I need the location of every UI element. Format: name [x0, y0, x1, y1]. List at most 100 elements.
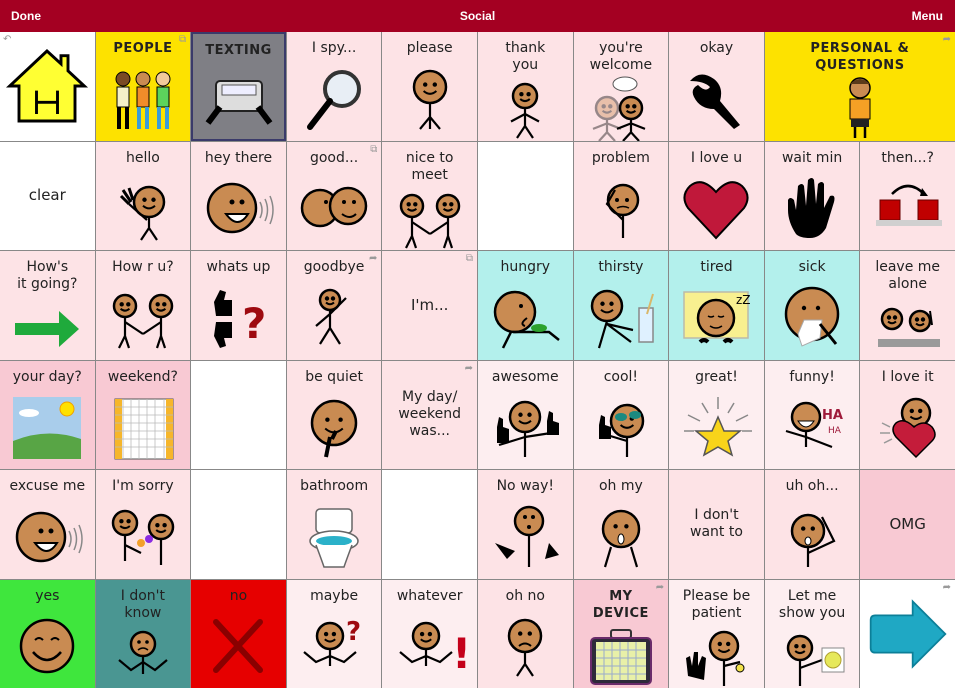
- symbol-button-good[interactable]: ⧉ good...: [286, 141, 382, 251]
- symbol-button-clear[interactable]: clear: [0, 141, 95, 250]
- symbol-button-sick[interactable]: sick: [764, 251, 860, 360]
- symbol-label: OMG: [889, 514, 926, 533]
- laugh-icon: HA HA: [765, 386, 860, 470]
- symbol-button-omg[interactable]: OMG: [860, 470, 955, 579]
- symbol-button-thank-you[interactable]: thank you: [477, 32, 573, 141]
- svg-text:zZ: zZ: [736, 293, 751, 307]
- symbol-button-please[interactable]: please: [382, 32, 477, 141]
- symbol-button-please-be-patient[interactable]: Please be patient: [669, 579, 764, 688]
- symbol-button-cool[interactable]: cool!: [573, 360, 669, 470]
- symbol-button-hungry[interactable]: hungry: [477, 251, 573, 360]
- svg-text:HA: HA: [822, 408, 843, 423]
- symbol-label: sick: [798, 259, 826, 275]
- svg-text:!: !: [452, 629, 466, 678]
- next-arrow-icon: [860, 580, 955, 688]
- symbol-button-i-love-u[interactable]: I love u: [669, 141, 764, 250]
- symbol-button-oh-my[interactable]: oh my: [573, 470, 669, 579]
- surprised-icon: [574, 495, 669, 579]
- symbol-button-be-quiet[interactable]: be quiet: [286, 360, 382, 469]
- symbol-label: No way!: [496, 478, 554, 494]
- symbol-button-excuse-me[interactable]: excuse me: [0, 470, 95, 579]
- kiss-icon: [287, 167, 382, 251]
- symbol-button-how-s-it-going[interactable]: How's it going?: [0, 251, 95, 360]
- symbol-label: I love u: [690, 149, 743, 166]
- symbol-label: thirsty: [598, 259, 644, 275]
- symbol-button-texting[interactable]: TEXTING: [191, 32, 286, 141]
- sunglasses-icon: [574, 386, 669, 470]
- symbol-label: TEXTING: [205, 43, 272, 58]
- sick-icon: [765, 276, 860, 360]
- symbol-button-thirsty[interactable]: thirsty: [573, 251, 669, 360]
- symbol-button-how-r-u[interactable]: How r u?: [95, 251, 191, 360]
- page-title: Social: [459, 9, 496, 23]
- symbol-button-i-m-sorry[interactable]: I'm sorry: [95, 470, 191, 579]
- symbol-button-people[interactable]: ⧉ PEOPLE: [95, 32, 191, 141]
- symbol-label: great!: [695, 368, 738, 385]
- symbol-button-wait-min[interactable]: wait min: [764, 141, 860, 251]
- eating-icon: [478, 276, 573, 360]
- symbol-button-goodbye[interactable]: ➦ goodbye: [286, 251, 382, 360]
- symbol-button-home-icon[interactable]: ↶: [0, 32, 95, 141]
- symbol-button-whatever[interactable]: whatever !: [382, 579, 477, 688]
- symbol-button-my-day-weekend-was[interactable]: ➦ My day/ weekend was...: [382, 360, 477, 469]
- calendar-icon: [96, 386, 191, 470]
- stop-hand-icon: [765, 167, 860, 251]
- symbol-button-oh-no[interactable]: oh no: [477, 579, 573, 688]
- symbol-button-bathroom[interactable]: bathroom: [286, 470, 382, 579]
- shout-face-icon: [0, 495, 95, 579]
- handshake-icon: [382, 184, 477, 251]
- empty-cell: [191, 360, 286, 469]
- symbol-button-hey-there[interactable]: hey there: [191, 141, 286, 250]
- symbol-button-then[interactable]: then...?: [860, 141, 955, 250]
- symbol-button-nice-to-meet[interactable]: nice to meet: [382, 141, 477, 251]
- symbol-label: My day/ weekend was...: [398, 389, 462, 440]
- menu-button[interactable]: Menu: [912, 9, 943, 23]
- symbol-button-yes[interactable]: yes: [0, 579, 95, 688]
- symbol-button-weekend[interactable]: weekend?: [95, 360, 191, 470]
- symbol-button-tired[interactable]: tired zZ: [669, 251, 764, 360]
- symbol-button-i-spy[interactable]: I spy...: [286, 32, 382, 141]
- link-icon: ➦: [369, 253, 378, 264]
- symbol-button-your-day[interactable]: your day?: [0, 360, 95, 469]
- green-arrow-icon: [0, 293, 95, 360]
- symbol-label: I'm sorry: [112, 478, 174, 494]
- symbol-button-you-re-welcome[interactable]: you're welcome: [573, 32, 669, 141]
- symbol-button-problem[interactable]: problem: [573, 141, 669, 250]
- symbol-label: weekend?: [107, 368, 178, 385]
- symbol-grid: ↶ ⧉ PEOPLE TEXTING I spy... please thank you…: [0, 32, 955, 688]
- symbol-label: Let me show you: [778, 587, 846, 621]
- person-please-icon: [382, 57, 477, 141]
- toilet-icon: [287, 495, 382, 579]
- symbol-button-my-device[interactable]: ➦ MY DEVICE: [573, 579, 669, 688]
- symbol-button-no[interactable]: no: [191, 579, 286, 688]
- handshake-icon: [96, 276, 191, 360]
- phone-texting-icon: [193, 59, 284, 139]
- uh-oh-icon: [765, 495, 860, 579]
- symbol-button-great[interactable]: great!: [669, 360, 764, 469]
- symbol-button-awesome[interactable]: awesome: [477, 360, 573, 469]
- symbol-button-i-don-t-know[interactable]: I don't know: [95, 579, 191, 688]
- symbol-button-i-don-t-want-to[interactable]: I don't want to: [669, 470, 764, 579]
- symbol-button-whats-up[interactable]: whats up?: [191, 251, 286, 360]
- symbol-button-funny[interactable]: funny! HA HA: [764, 360, 860, 470]
- symbol-button-i-m[interactable]: ⧉ I'm...: [382, 251, 477, 360]
- symbol-button-uh-oh[interactable]: uh oh...: [764, 470, 860, 579]
- symbol-button-let-me-show-you[interactable]: Let me show you: [764, 579, 860, 688]
- symbol-button-personal-questions[interactable]: ➦ PERSONAL & QUESTIONS: [764, 32, 955, 141]
- symbol-button-maybe[interactable]: maybe ?: [286, 579, 382, 688]
- symbol-label: be quiet: [305, 368, 363, 385]
- boy-icon: [765, 74, 955, 141]
- symbol-button-i-love-it[interactable]: I love it: [860, 360, 955, 469]
- happy-face-icon: [0, 605, 95, 688]
- symbol-label: maybe: [310, 587, 359, 604]
- link-icon: ➦: [464, 362, 473, 374]
- symbol-button-hello[interactable]: hello: [95, 141, 191, 250]
- symbol-button-leave-me-alone[interactable]: leave me alone: [860, 251, 955, 360]
- people-icon: [96, 57, 191, 141]
- empty-cell: [382, 470, 477, 579]
- symbol-button-no-way[interactable]: No way!: [477, 470, 573, 579]
- patient-icon: [669, 622, 764, 688]
- symbol-button-next-arrow-icon[interactable]: ➦: [860, 579, 955, 688]
- symbol-button-okay[interactable]: okay: [669, 32, 764, 141]
- symbol-label: I don't want to: [690, 507, 743, 541]
